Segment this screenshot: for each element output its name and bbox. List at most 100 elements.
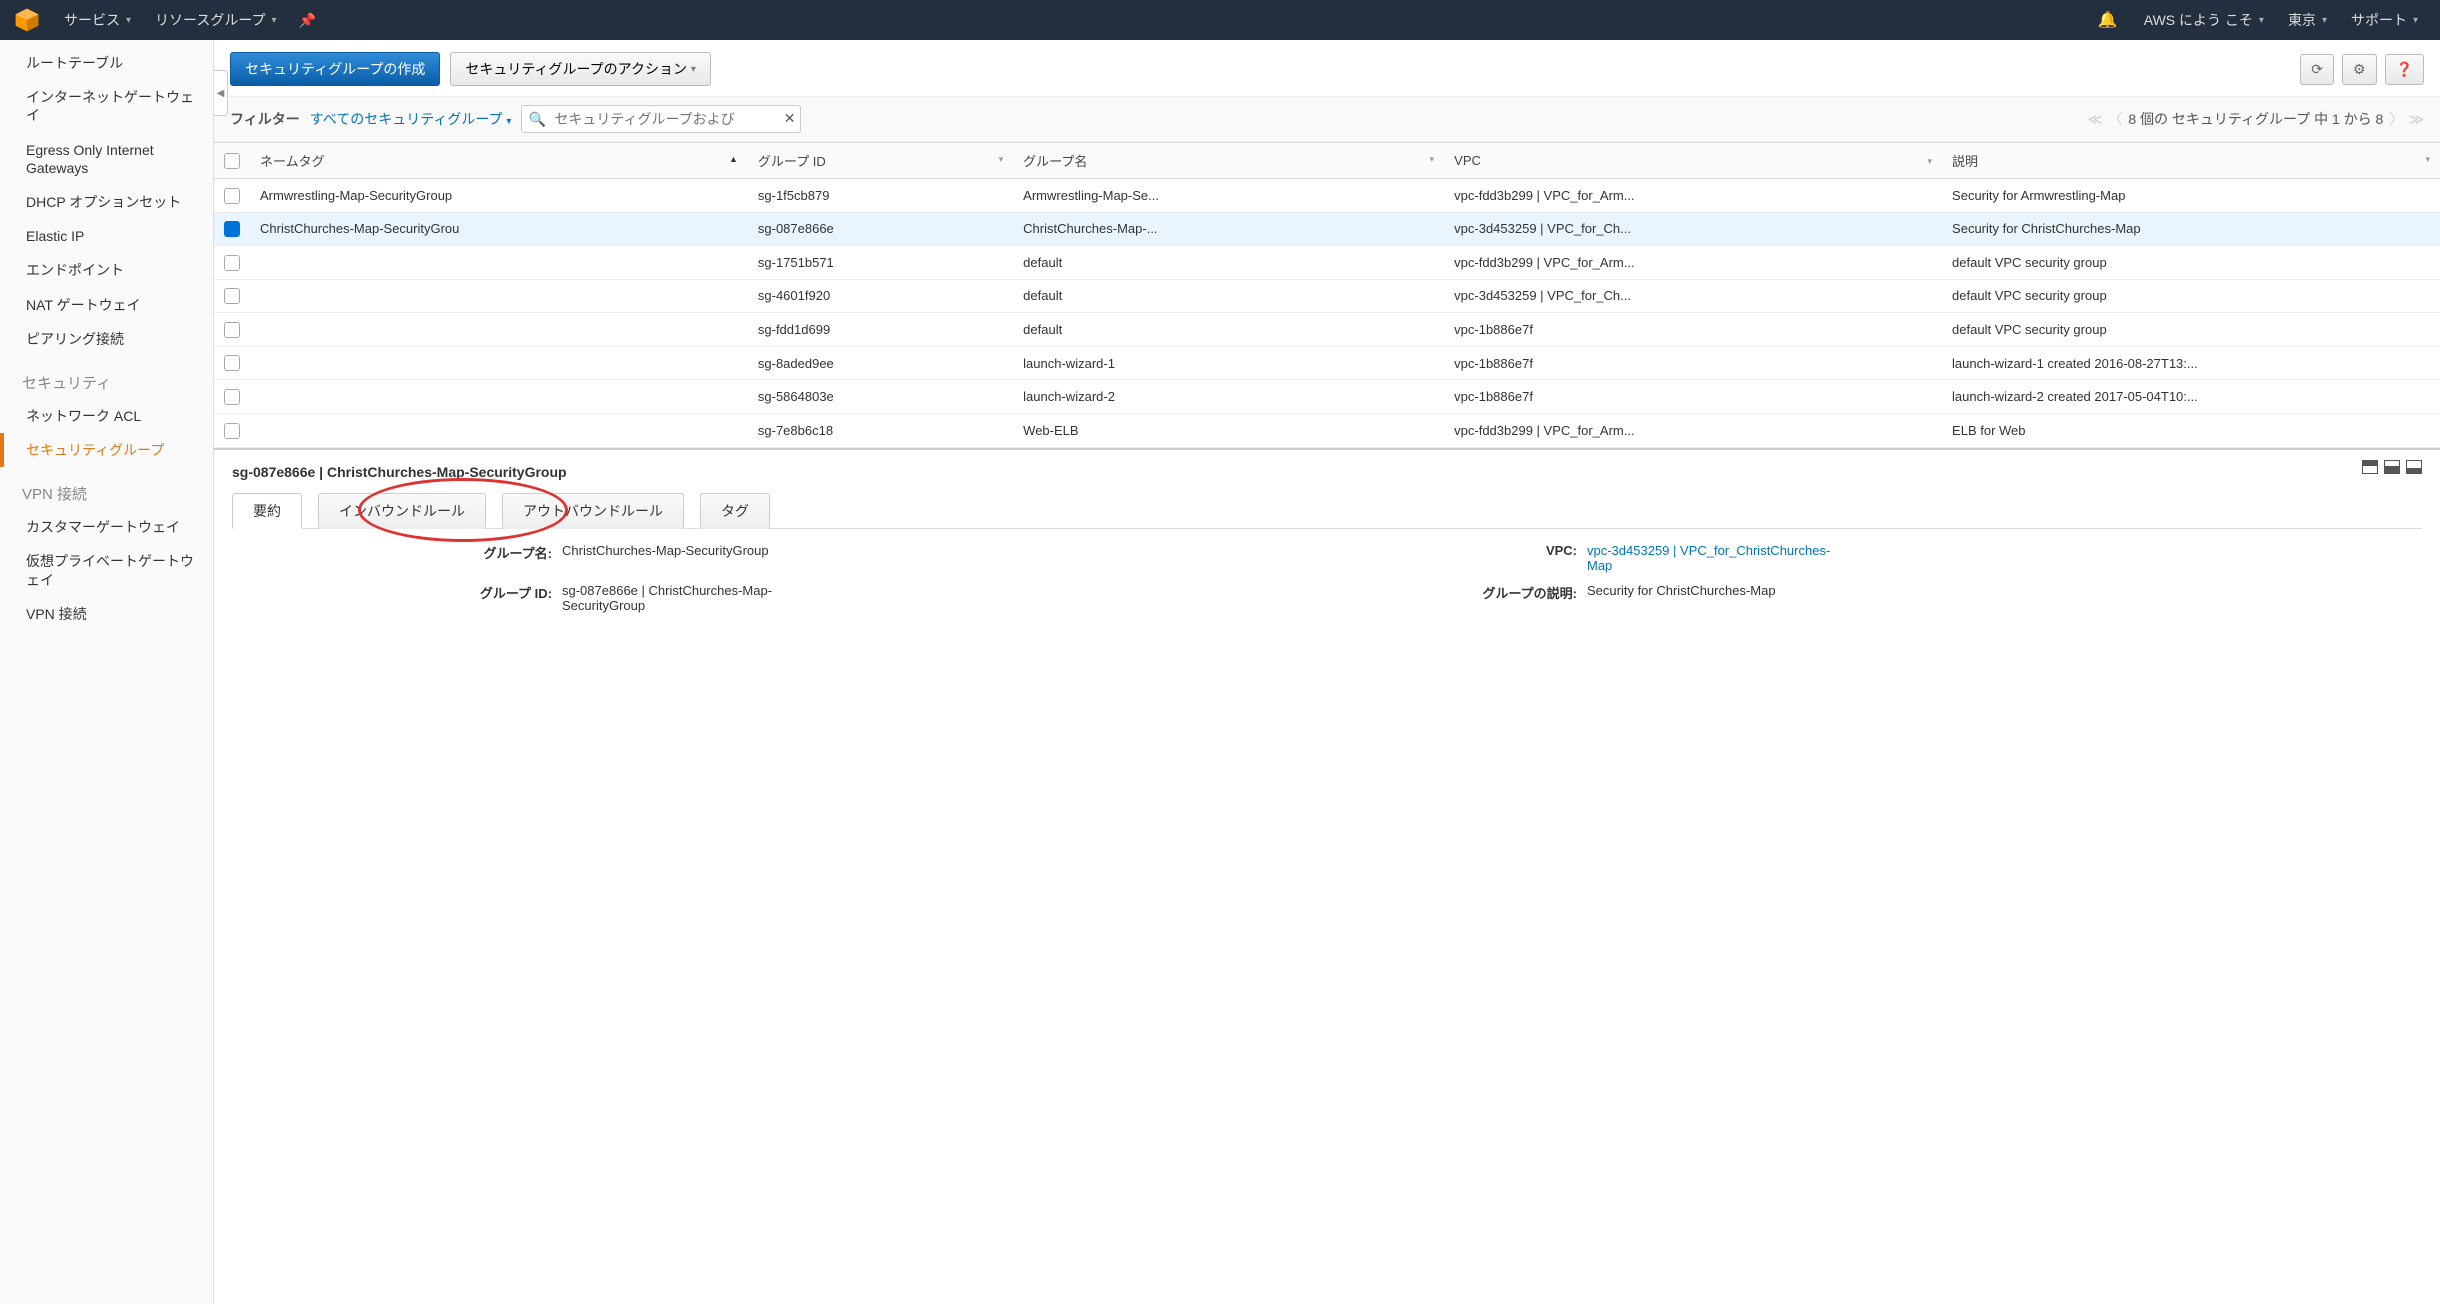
detail-value-group-id: sg-087e866e | ChristChurches-Map-Securit… [562,583,822,613]
sidebar-item[interactable]: NAT ゲートウェイ [0,288,213,322]
sidebar-item-vpg[interactable]: 仮想プライベートゲートウェイ [0,544,213,596]
col-checkbox[interactable] [214,143,250,179]
chevron-down-icon: ▾ [126,15,131,26]
sidebar-item[interactable]: インターネットゲートウェイ [0,80,213,132]
layout-split-icon[interactable] [2384,460,2400,474]
nav-resource-groups[interactable]: リソースグループ▾ [143,10,289,30]
cell-group-id: sg-087e866e [748,212,1013,246]
sidebar-item[interactable]: ルートテーブル [0,46,213,80]
nav-region[interactable]: 東京 ▾ [2276,10,2339,30]
cell-description: ELB for Web [1942,413,2440,447]
sidebar-item-vpn[interactable]: VPN 接続 [0,597,213,631]
col-vpc-label: VPC [1454,153,1481,168]
nav-account[interactable]: AWS によう こそ ▾ [2132,10,2276,30]
help-button[interactable]: ❓ [2385,54,2424,85]
table-row[interactable]: sg-fdd1d699defaultvpc-1b886e7fdefault VP… [214,313,2440,347]
chevron-down-icon: ▾ [506,116,511,127]
sidebar-item[interactable]: エンドポイント [0,253,213,287]
create-sg-button[interactable]: セキュリティグループの作成 [230,52,440,86]
table-row[interactable]: sg-1751b571defaultvpc-fdd3b299 | VPC_for… [214,246,2440,280]
chevron-down-icon: ▾ [2322,15,2327,26]
row-checkbox[interactable] [224,423,240,439]
sidebar-item[interactable]: DHCP オプションセット [0,185,213,219]
cell-name-tag: Armwrestling-Map-SecurityGroup [250,179,748,213]
nav-region-label: 東京 [2288,10,2316,30]
cell-description: launch-wizard-1 created 2016-08-27T13:..… [1942,346,2440,380]
cell-vpc: vpc-3d453259 | VPC_for_Ch... [1444,212,1942,246]
cell-vpc: vpc-fdd3b299 | VPC_for_Arm... [1444,246,1942,280]
tab-inbound[interactable]: インバウンドルール [318,493,486,529]
checkbox-icon[interactable] [224,153,240,169]
pager-last-icon[interactable]: ≫ [2409,111,2424,128]
table-row[interactable]: sg-4601f920defaultvpc-3d453259 | VPC_for… [214,279,2440,313]
clear-search-icon[interactable]: ✕ [784,110,796,127]
pin-icon[interactable]: 📌 [289,12,326,29]
sidebar-collapse-button[interactable]: ◀ [214,70,228,116]
top-nav: サービス▾ リソースグループ▾ 📌 🔔 AWS によう こそ ▾ 東京 ▾ サポート… [0,0,2440,40]
chevron-down-icon: ▾ [272,15,277,26]
sidebar-item[interactable]: Elastic IP [0,219,213,253]
tab-summary[interactable]: 要約 [232,493,302,529]
tab-outbound[interactable]: アウトバウンドルール [502,493,684,529]
refresh-icon: ⟳ [2311,61,2323,78]
sort-icon: ▾ [1430,154,1435,165]
row-checkbox[interactable] [224,288,240,304]
layout-bottom-icon[interactable] [2406,460,2422,474]
filter-dropdown[interactable]: すべてのセキュリティグループ ▾ [310,109,512,129]
cell-description: default VPC security group [1942,246,2440,280]
tab-tags[interactable]: タグ [700,493,770,529]
cell-description: Security for ChristChurches-Map [1942,212,2440,246]
cell-name-tag: ChristChurches-Map-SecurityGrou [250,212,748,246]
col-group-id[interactable]: グループ ID▾ [748,143,1013,179]
table-row[interactable]: sg-7e8b6c18Web-ELBvpc-fdd3b299 | VPC_for… [214,413,2440,447]
cell-group-name: launch-wizard-2 [1013,380,1444,414]
nav-account-label: AWS によう こそ [2144,10,2253,30]
search-input[interactable] [521,105,801,133]
cell-group-name: default [1013,313,1444,347]
row-checkbox[interactable] [224,188,240,204]
nav-support[interactable]: サポート▾ [2339,10,2430,30]
pager-prev-icon[interactable]: 〈 [2108,109,2122,129]
filter-bar: フィルター すべてのセキュリティグループ ▾ 🔍 ✕ ≪ 〈 8 個の セキュリ… [214,97,2440,142]
pager-next-icon[interactable]: 〉 [2389,109,2403,129]
row-checkbox[interactable] [224,322,240,338]
search-box: 🔍 ✕ [521,105,801,133]
col-group-name-label: グループ名 [1023,154,1087,169]
row-checkbox[interactable] [224,255,240,271]
chevron-down-icon: ▾ [2259,15,2264,26]
table-row[interactable]: sg-5864803elaunch-wizard-2vpc-1b886e7fla… [214,380,2440,414]
bell-icon[interactable]: 🔔 [2084,10,2132,30]
row-checkbox[interactable] [224,389,240,405]
col-description[interactable]: 説明▾ [1942,143,2440,179]
aws-logo-icon[interactable] [14,7,40,33]
col-group-name[interactable]: グループ名 ▾ [1013,143,1444,179]
table-row[interactable]: sg-8aded9eelaunch-wizard-1vpc-1b886e7fla… [214,346,2440,380]
detail-panel: sg-087e866e | ChristChurches-Map-Securit… [214,448,2440,631]
cell-name-tag [250,279,748,313]
sidebar-item-cgw[interactable]: カスタマーゲートウェイ [0,510,213,544]
sidebar-item-security-groups[interactable]: セキュリティグループ [0,433,213,467]
sidebar-item[interactable]: ピアリング接続 [0,322,213,356]
table-row[interactable]: ChristChurches-Map-SecurityGrousg-087e86… [214,212,2440,246]
settings-button[interactable]: ⚙ [2342,54,2377,85]
sidebar-item[interactable]: Egress Only Internet Gateways [0,133,213,185]
row-checkbox[interactable] [224,355,240,371]
row-checkbox[interactable] [224,221,240,237]
nav-services[interactable]: サービス▾ [52,10,143,30]
detail-label-description: グループの説明: [1457,583,1577,613]
detail-value-vpc-link[interactable]: vpc-3d453259 | VPC_for_ChristChurches-Ma… [1587,543,1830,573]
cell-group-id: sg-1f5cb879 [748,179,1013,213]
pager-first-icon[interactable]: ≪ [2088,111,2103,128]
cell-name-tag [250,246,748,280]
detail-label-vpc: VPC: [1457,543,1577,573]
layout-top-icon[interactable] [2362,460,2378,474]
col-vpc[interactable]: VPC▾ [1444,143,1942,179]
cell-group-id: sg-7e8b6c18 [748,413,1013,447]
col-name-tag[interactable]: ネームタグ▲ [250,143,748,179]
sg-table: ネームタグ▲ グループ ID▾ グループ名 ▾ VPC▾ 説明▾ Armwrest… [214,142,2440,448]
pager: ≪ 〈 8 個の セキュリティグループ 中 1 から 8 〉 ≫ [2088,109,2424,129]
table-row[interactable]: Armwrestling-Map-SecurityGroupsg-1f5cb87… [214,179,2440,213]
sidebar-item-nacl[interactable]: ネットワーク ACL [0,399,213,433]
sg-actions-button[interactable]: セキュリティグループのアクション ▾ [450,52,711,86]
refresh-button[interactable]: ⟳ [2300,54,2334,85]
